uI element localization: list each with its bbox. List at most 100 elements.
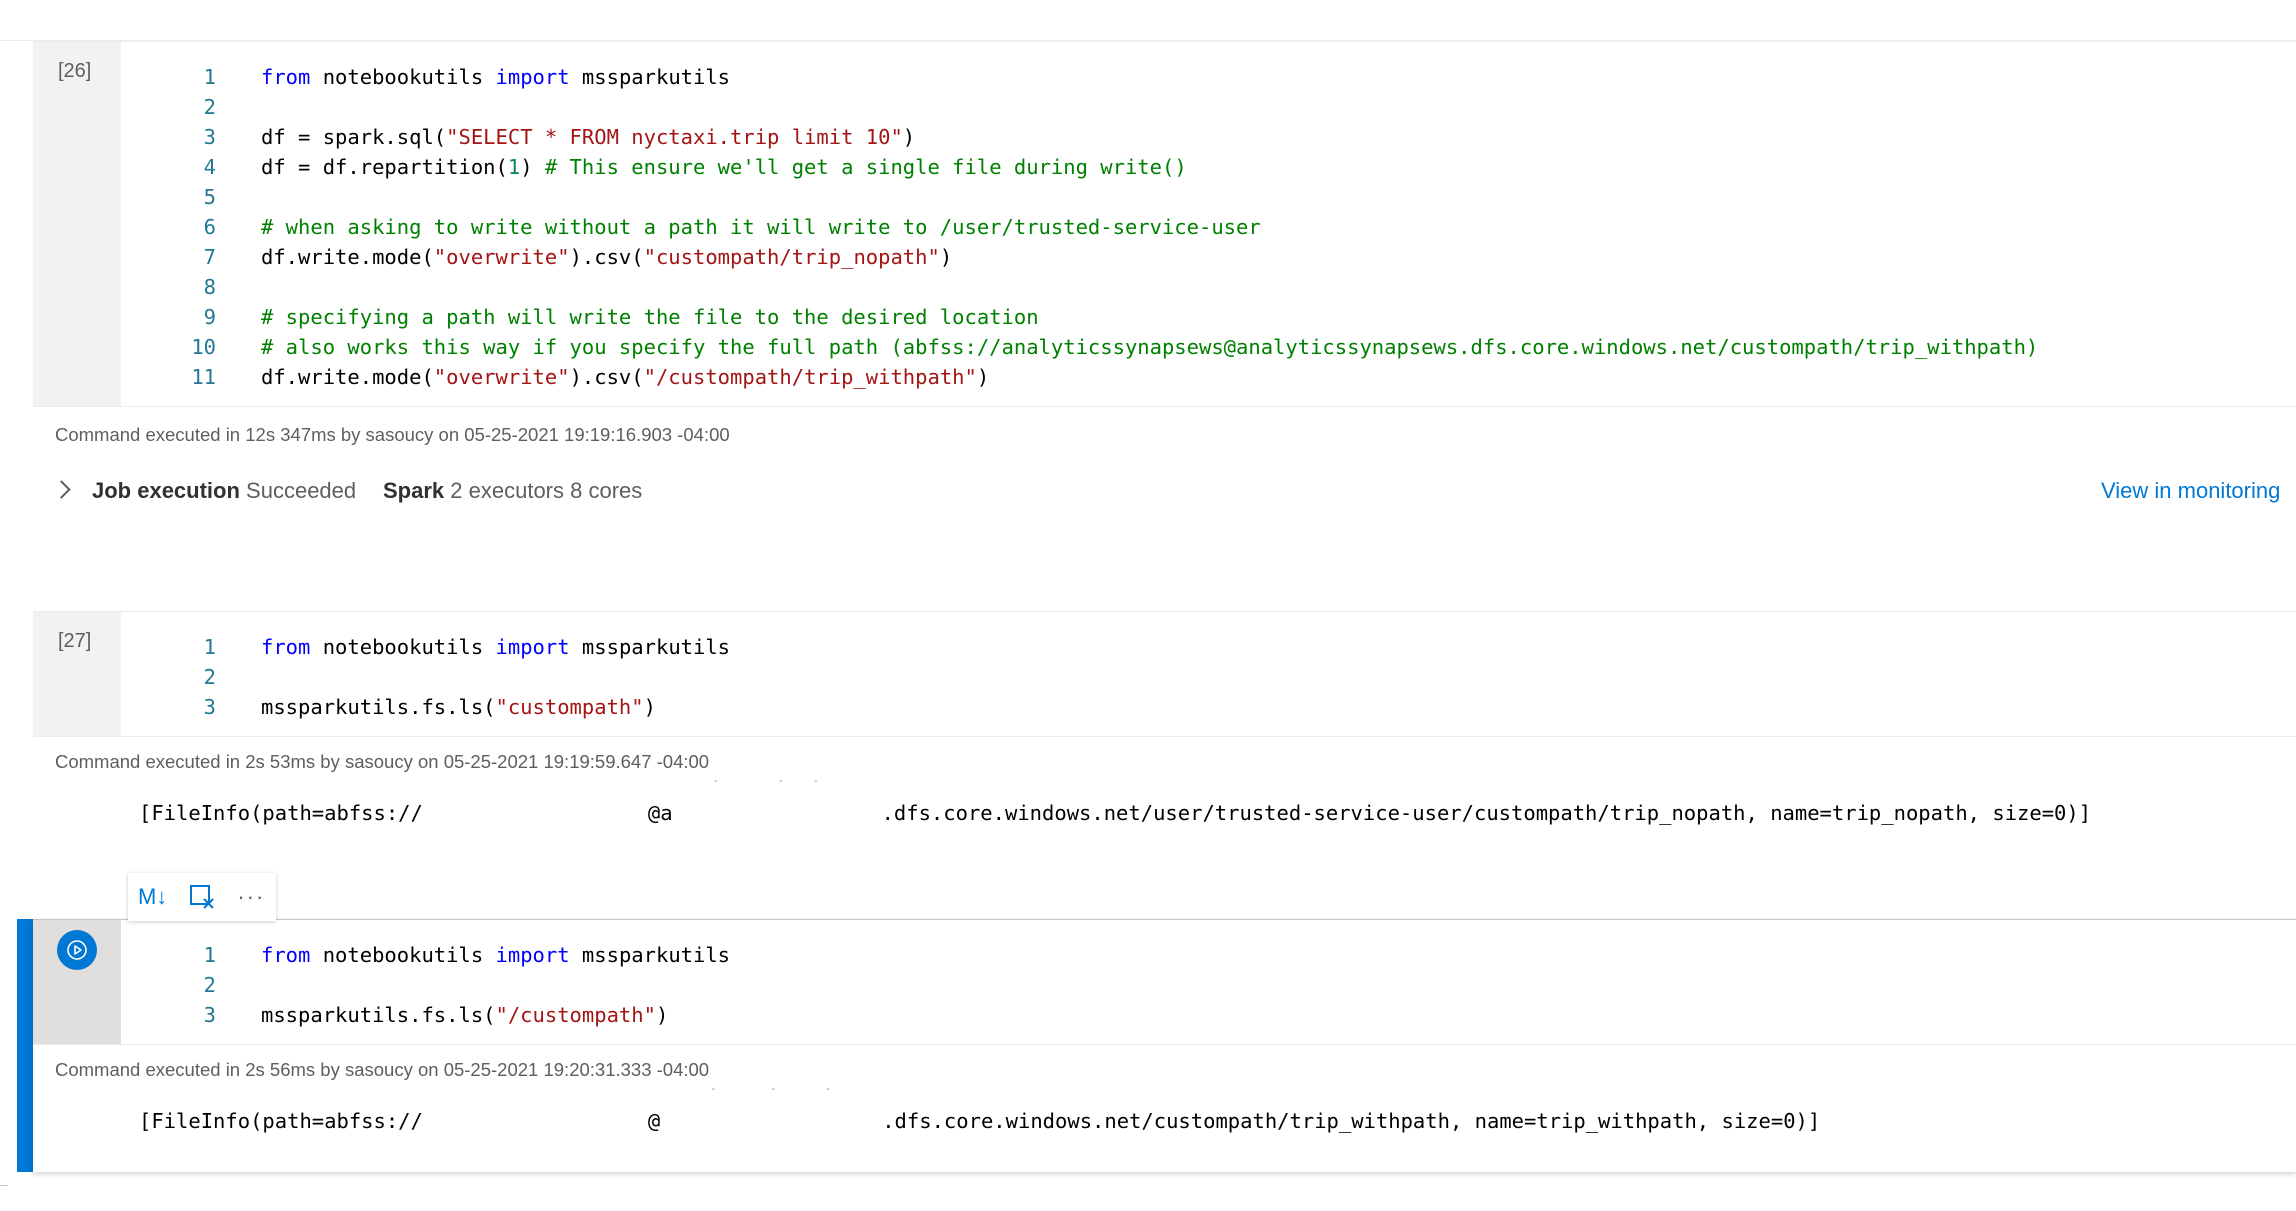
cell-toolbar: M↓ ··· [128, 873, 276, 921]
code-token: # when asking to write without a path it… [261, 215, 1261, 239]
code-line[interactable]: 4 df = df.repartition(1) # This ensure we… [121, 152, 2296, 182]
clear-output-icon[interactable] [184, 879, 220, 915]
code-token: notebookutils [310, 943, 496, 967]
line-number: 9 [203, 305, 216, 329]
divider [0, 1185, 8, 1186]
code-token: "overwrite" [433, 245, 570, 269]
code-token: notebookutils [310, 65, 496, 89]
code-token: "/custompath/trip_withpath" [643, 365, 977, 389]
code-token: # This ensure we'll get a single file du… [544, 155, 1187, 179]
code-text: # also works this way if you specify the… [216, 332, 2038, 362]
code-token: mssparkutils.fs.ls( [261, 695, 496, 719]
cell-gutter: [26] [33, 42, 121, 406]
code-token: mssparkutils.fs.ls( [261, 1003, 496, 1027]
run-cell-icon[interactable] [57, 930, 97, 970]
line-number: 3 [203, 1003, 216, 1027]
spark-summary: Spark 2 executors 8 cores [383, 478, 643, 503]
code-text: from notebookutils import mssparkutils [216, 62, 730, 92]
code-token: # specifying a path will write the file … [261, 305, 1039, 329]
execution-status: Command executed in 2s 53ms by sasoucy o… [55, 751, 710, 772]
cell-output: [FileInfo(path=abfss://@ - - - .dfs.core.win… [139, 1084, 1821, 1133]
code-line[interactable]: 6 # when asking to write without a path i… [121, 212, 2296, 242]
notebook-cell-26[interactable]: [26] 1 from notebookutils import mssparku… [33, 41, 2296, 519]
code-token: 1 [507, 155, 521, 179]
code-line[interactable]: 8 [121, 272, 2296, 302]
code-cell[interactable]: [27] 1 from notebookutils import mssparku… [33, 611, 2296, 737]
line-number: 1 [203, 635, 216, 659]
code-line[interactable]: 3 mssparkutils.fs.ls("/custompath") [121, 1000, 2296, 1030]
more-icon[interactable]: ··· [233, 879, 269, 915]
code-line[interactable]: 7 df.write.mode("overwrite").csv("customp… [121, 242, 2296, 272]
code-text: from notebookutils import mssparkutils [216, 940, 730, 970]
line-number: 2 [203, 665, 216, 689]
code-line[interactable]: 11 df.write.mode("overwrite").csv("/custo… [121, 362, 2296, 392]
code-line[interactable]: 1 from notebookutils import mssparkutils [121, 632, 2296, 662]
code-line[interactable]: 2 [121, 970, 2296, 1000]
code-token: ) [976, 365, 990, 389]
code-editor[interactable]: 1 from notebookutils import mssparkutils 2… [121, 920, 2296, 1044]
code-token: ).csv( [569, 365, 644, 389]
chevron-right-icon[interactable] [52, 480, 71, 499]
code-line[interactable]: 1 from notebookutils import mssparkutils [121, 940, 2296, 970]
line-number: 6 [203, 215, 216, 239]
code-cell[interactable]: 1 from notebookutils import mssparkutils 2… [33, 919, 2296, 1045]
code-token: import [495, 635, 570, 659]
code-text: df.write.mode("overwrite").csv("custompa… [216, 242, 952, 272]
code-token: df.write.mode( [261, 245, 434, 269]
code-text: # specifying a path will write the file … [216, 302, 1039, 332]
notebook-cell-active[interactable]: 1 from notebookutils import mssparkutils 2… [33, 919, 2296, 1172]
code-line[interactable]: 10 # also works this way if you specify t… [121, 332, 2296, 362]
code-line[interactable]: 5 [121, 182, 2296, 212]
code-token: notebookutils [310, 635, 496, 659]
line-number: 10 [191, 335, 216, 359]
code-text: mssparkutils.fs.ls("/custompath") [216, 1000, 668, 1030]
notebook-page: [26] 1 from notebookutils import mssparku… [0, 0, 2296, 1211]
line-number: 1 [203, 943, 216, 967]
code-editor[interactable]: 1 from notebookutils import mssparkutils 2… [121, 42, 2296, 406]
code-token: import [495, 65, 570, 89]
code-token: "SELECT * FROM nyctaxi.trip limit 10" [446, 125, 903, 149]
code-token: mssparkutils [569, 65, 731, 89]
code-token: ) [902, 125, 916, 149]
code-text: df = df.repartition(1) # This ensure we'… [216, 152, 1187, 182]
code-token: mssparkutils [569, 635, 731, 659]
line-number: 7 [203, 245, 216, 269]
code-token: "overwrite" [433, 365, 570, 389]
code-line[interactable]: 3 mssparkutils.fs.ls("custompath") [121, 692, 2296, 722]
code-text: # when asking to write without a path it… [216, 212, 1261, 242]
code-token: "custompath" [495, 695, 644, 719]
code-token: df = spark.sql( [261, 125, 447, 149]
execution-count: [27] [58, 630, 92, 652]
code-token: ) [655, 1003, 669, 1027]
execution-count: [26] [58, 60, 92, 82]
line-number: 3 [203, 125, 216, 149]
code-token: df = df.repartition( [261, 155, 508, 179]
code-cell[interactable]: [26] 1 from notebookutils import mssparku… [33, 41, 2296, 407]
code-editor[interactable]: 1 from notebookutils import mssparkutils 2… [121, 612, 2296, 736]
code-token: # also works this way if you specify the… [261, 335, 2039, 359]
view-in-monitoring-link[interactable]: View in monitoring [2101, 463, 2280, 519]
code-token: ) [520, 155, 545, 179]
line-number: 4 [203, 155, 216, 179]
line-number: 1 [203, 65, 216, 89]
line-number: 2 [203, 973, 216, 997]
code-line[interactable]: 2 [121, 92, 2296, 122]
code-token: "/custompath" [495, 1003, 656, 1027]
code-line[interactable]: 3 df = spark.sql("SELECT * FROM nyctaxi.t… [121, 122, 2296, 152]
cell-gutter: [27] [33, 612, 121, 736]
execution-status: Command executed in 12s 347ms by sasoucy… [55, 424, 730, 445]
markdown-toggle-icon[interactable]: M↓ [135, 879, 171, 915]
code-text: df.write.mode("overwrite").csv("/customp… [216, 362, 989, 392]
code-token: mssparkutils [569, 943, 731, 967]
code-line[interactable]: 2 [121, 662, 2296, 692]
code-line[interactable]: 9 # specifying a path will write the file… [121, 302, 2296, 332]
notebook-cell-27[interactable]: [27] 1 from notebookutils import mssparku… [33, 611, 2296, 839]
job-execution-summary: Job execution Succeeded [92, 478, 357, 503]
job-execution-row[interactable]: Job execution Succeeded Spark 2 executor… [33, 463, 2296, 519]
code-line[interactable]: 1 from notebookutils import mssparkutils [121, 62, 2296, 92]
code-token: ) [643, 695, 656, 719]
code-token: ).csv( [569, 245, 644, 269]
